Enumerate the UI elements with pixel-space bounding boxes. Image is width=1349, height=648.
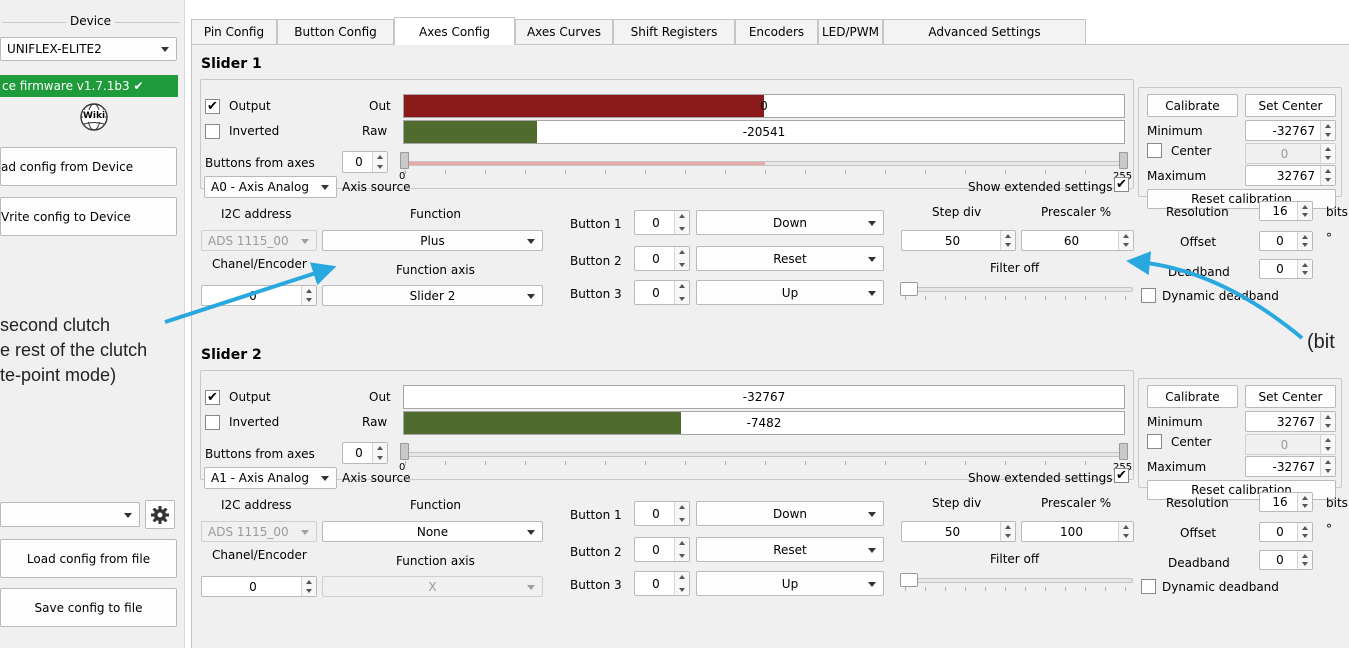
tab-axes-config[interactable]: Axes Config <box>394 17 515 45</box>
annotation-arrows <box>164 251 1304 340</box>
annotation-arrow-left <box>164 262 337 324</box>
annotation-arrow-right <box>1126 251 1304 340</box>
